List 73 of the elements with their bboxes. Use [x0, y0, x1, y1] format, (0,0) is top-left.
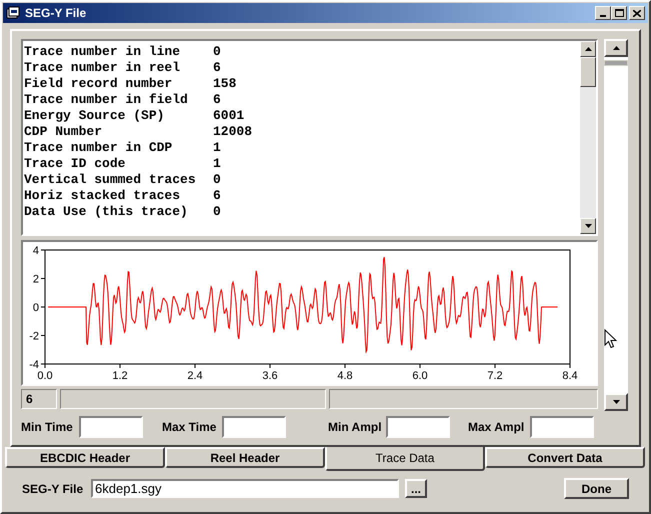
- x-tick-label: 6.0: [412, 370, 428, 382]
- input-field[interactable]: [530, 416, 594, 438]
- x-tick-label: 2.4: [187, 370, 203, 382]
- field-label: Max Ampl: [468, 419, 526, 436]
- maximize-icon: [614, 9, 624, 17]
- close-icon: [633, 10, 641, 16]
- field-name: Data Use (this trace): [24, 204, 189, 220]
- minimize-button[interactable]: [595, 6, 611, 20]
- close-button[interactable]: [629, 6, 645, 20]
- field-label: Min Ampl: [328, 419, 383, 436]
- input-field[interactable]: [79, 416, 143, 438]
- done-button[interactable]: Done: [564, 478, 629, 499]
- vertical-scrollbar[interactable]: [604, 39, 628, 411]
- tab[interactable]: Trace Data: [325, 447, 485, 471]
- tab[interactable]: Reel Header: [165, 447, 325, 468]
- scroll-up-button[interactable]: [604, 39, 628, 57]
- field-value: 1: [213, 156, 221, 172]
- field-name: Trace number in line: [24, 44, 182, 60]
- field-name: Field record number: [24, 76, 174, 92]
- scroll-down-button[interactable]: [604, 393, 628, 411]
- down-arrow-icon: [584, 224, 592, 228]
- field-value: 6001: [213, 108, 244, 124]
- field-name: Horiz stacked traces: [24, 188, 182, 204]
- x-tick-label: 7.2: [487, 370, 503, 382]
- scroll-down-button[interactable]: [580, 218, 596, 234]
- field-label: Max Time: [162, 419, 218, 436]
- x-tick-label: 0.0: [37, 370, 53, 382]
- field-name: Trace number in reel: [24, 60, 182, 76]
- file-label: SEG-Y File: [22, 480, 84, 498]
- input-field[interactable]: [222, 416, 286, 438]
- maximize-button[interactable]: [611, 6, 627, 20]
- mouse-pointer-icon: [604, 329, 617, 349]
- field-name: Trace number in CDP: [24, 140, 174, 156]
- up-arrow-icon: [612, 46, 620, 50]
- scroll-thumb[interactable]: [604, 60, 628, 66]
- browse-button[interactable]: ...: [405, 479, 427, 498]
- up-arrow-icon: [584, 47, 592, 51]
- trace-header-list[interactable]: [21, 39, 598, 236]
- field-name: CDP Number: [24, 124, 104, 140]
- tab[interactable]: EBCDIC Header: [5, 447, 165, 468]
- input-field[interactable]: [386, 416, 450, 438]
- field-value: 6: [213, 92, 221, 108]
- y-tick-label: 2: [32, 274, 39, 286]
- down-arrow-icon: [612, 400, 620, 404]
- y-tick-label: 4: [32, 245, 39, 257]
- x-tick-label: 8.4: [562, 370, 578, 382]
- field-value: 6: [213, 188, 221, 204]
- list-scrollbar[interactable]: [580, 41, 596, 234]
- field-value: 158: [213, 76, 236, 92]
- y-tick-label: -2: [29, 330, 39, 342]
- app-icon: [6, 6, 20, 20]
- field-label: Min Time: [21, 419, 74, 436]
- y-tick-label: -4: [29, 359, 39, 371]
- minimize-icon: [600, 15, 606, 17]
- field-value: 0: [213, 44, 221, 60]
- tab[interactable]: Convert Data: [485, 447, 645, 468]
- x-tick-label: 3.6: [262, 370, 278, 382]
- field-name: Vertical summed traces: [24, 172, 197, 188]
- status-cell: 6: [21, 389, 57, 409]
- x-tick-label: 4.8: [337, 370, 353, 382]
- field-value: 6: [213, 60, 221, 76]
- x-tick-label: 1.2: [112, 370, 128, 382]
- field-value: 0: [213, 172, 221, 188]
- scroll-up-button[interactable]: [580, 41, 596, 57]
- y-tick-label: 0: [32, 302, 39, 314]
- field-name: Trace number in field: [24, 92, 189, 108]
- field-name: Trace ID code: [24, 156, 126, 172]
- field-value: 0: [213, 204, 221, 220]
- field-name: Energy Source (SP): [24, 108, 166, 124]
- field-value: 1: [213, 140, 221, 156]
- field-value: 12008: [213, 124, 252, 140]
- file-path-field[interactable]: 6kdep1.sgy: [91, 479, 399, 498]
- window-title: SEG-Y File: [25, 5, 86, 22]
